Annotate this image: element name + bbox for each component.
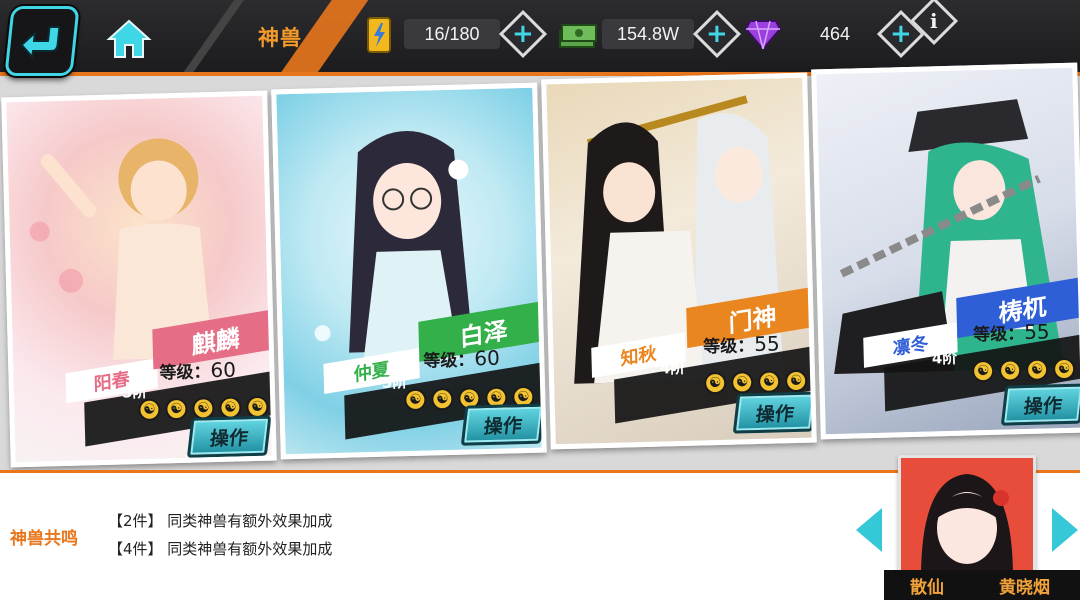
level-value: 60	[210, 357, 237, 383]
operate-button[interactable]: 操作	[186, 415, 272, 458]
home-button[interactable]	[104, 16, 154, 62]
info-icon: i	[930, 8, 938, 33]
set-bonus-2: 【2件】 同类神兽有额外效果加成	[108, 512, 333, 530]
yinyang-star-icon: ☯	[165, 397, 188, 421]
character-name-bar: 散仙 黄晓烟	[884, 570, 1080, 600]
yinyang-star-icon: ☯	[138, 398, 161, 422]
operate-button[interactable]: 操作	[1000, 383, 1080, 426]
energy-resource: 16/180 +	[362, 9, 548, 59]
rank-text: 4阶	[931, 348, 958, 368]
beast-card[interactable]: 阳春 麒麟 5阶 等级：60 ☯ ☯ ☯ ☯ ☯ 操作	[1, 90, 277, 468]
energy-value: 16/180	[404, 19, 500, 49]
beast-card[interactable]: 知秋 门神 4阶 等级：55 ☯ ☯ ☯ ☯ 操作	[541, 72, 817, 450]
cash-stack-icon	[559, 24, 597, 48]
operate-button[interactable]: 操作	[460, 403, 546, 446]
operate-button[interactable]: 操作	[732, 391, 817, 434]
character-name: 黄晓烟	[999, 577, 1050, 598]
yinyang-star-icon: ☯	[998, 359, 1022, 382]
level-text: 等级：60	[423, 345, 500, 372]
energy-add-button[interactable]: +	[498, 9, 548, 59]
level-label: 等级：	[703, 336, 755, 358]
yinyang-star-icon: ☯	[431, 387, 454, 411]
plus-icon: +	[512, 18, 534, 49]
next-character-arrow-icon[interactable]	[1052, 508, 1078, 552]
home-icon	[106, 19, 152, 58]
level-text: 等级：60	[159, 357, 237, 384]
level-text: 等级：55	[973, 318, 1050, 345]
prev-character-arrow-icon[interactable]	[856, 508, 882, 552]
star-row: ☯ ☯ ☯ ☯	[703, 369, 808, 395]
star-row: ☯ ☯ ☯ ☯	[971, 357, 1076, 383]
gem-resource: 464 +	[744, 9, 926, 59]
yinyang-star-icon: ☯	[1025, 358, 1049, 382]
decor-stripe	[154, 0, 254, 72]
gem-value: 464	[819, 23, 851, 44]
yinyang-star-icon: ☯	[730, 371, 754, 394]
diamond-icon	[744, 20, 782, 51]
level-label: 等级：	[972, 324, 1025, 346]
level-text: 等级：55	[703, 330, 780, 357]
level-value: 55	[1023, 319, 1050, 345]
back-arrow-icon	[20, 26, 61, 60]
plus-icon: +	[890, 18, 912, 49]
level-label: 等级：	[423, 350, 475, 372]
energy-can-icon	[367, 17, 391, 53]
rank-text: 4阶	[659, 358, 686, 378]
yinyang-star-icon: ☯	[1052, 357, 1076, 381]
plus-icon: +	[706, 18, 728, 49]
money-value: 154.8W	[602, 19, 694, 49]
character-title: 散仙	[910, 577, 944, 598]
resonance-title: 神兽共鸣	[10, 529, 78, 549]
page-title: 神兽	[258, 26, 302, 50]
yinyang-star-icon: ☯	[703, 371, 727, 395]
character-portrait	[901, 458, 1033, 580]
money-add-button[interactable]: +	[692, 9, 742, 59]
yinyang-star-icon: ☯	[757, 370, 781, 393]
yinyang-star-icon: ☯	[784, 369, 808, 393]
set-bonus-4: 【4件】 同类神兽有额外效果加成	[108, 540, 333, 558]
beast-card[interactable]: 凛冬 梼杌 4阶 等级：55 ☯ ☯ ☯ ☯ 操作	[811, 62, 1080, 440]
yinyang-star-icon: ☯	[971, 359, 995, 383]
character-avatar[interactable]	[898, 455, 1036, 583]
beast-card[interactable]: 仲夏 白泽 5阶 等级：60 ☯ ☯ ☯ ☯ ☯ 操作	[271, 82, 547, 460]
level-label: 等级：	[159, 362, 211, 384]
money-resource: 154.8W +	[558, 9, 742, 59]
yinyang-star-icon: ☯	[404, 388, 427, 412]
level-value: 55	[753, 331, 780, 357]
level-value: 60	[473, 345, 501, 371]
back-button[interactable]	[4, 6, 80, 76]
